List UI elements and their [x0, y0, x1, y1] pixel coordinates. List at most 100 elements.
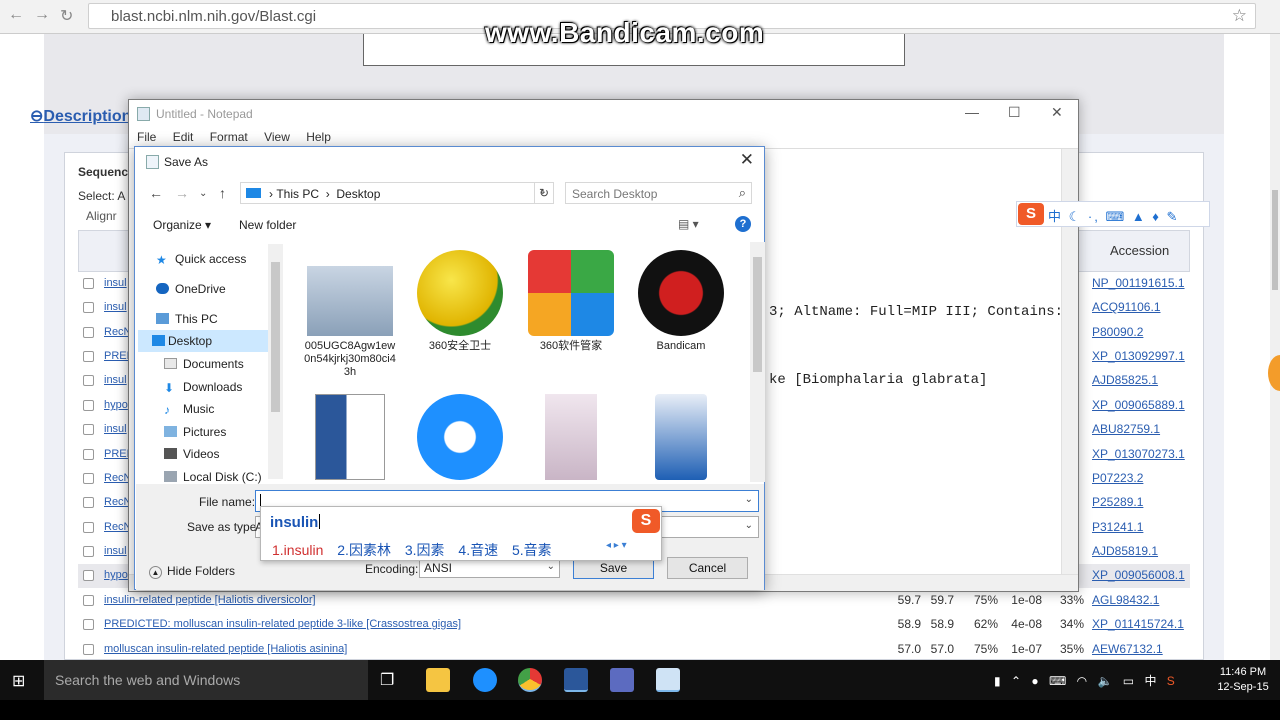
row-description-link[interactable]: insul: [104, 423, 127, 435]
menu-file[interactable]: File: [137, 130, 156, 144]
file-item-360-security[interactable]: 360安全卫士: [410, 250, 510, 353]
refresh-icon[interactable]: ↻: [534, 182, 554, 204]
row-accession-link[interactable]: P25289.1: [1092, 495, 1143, 509]
nav-videos[interactable]: Videos: [164, 447, 219, 461]
row-description-link[interactable]: hypo: [104, 569, 128, 581]
back-icon[interactable]: ←: [149, 185, 163, 201]
recent-locations-icon[interactable]: ⌄: [199, 188, 207, 199]
help-icon[interactable]: ?: [735, 216, 751, 232]
file-item-image[interactable]: 005UGC8Agw1ew0n54kjrkj30m80ci43h: [300, 250, 400, 379]
file-item-360-software[interactable]: 360软件管家: [521, 250, 621, 353]
ime-status-icons[interactable]: 中 ☾ ·, ⌨ ▲ ♦ ✎: [1048, 206, 1179, 225]
file-item-internet-explorer[interactable]: [410, 394, 510, 482]
description-heading[interactable]: ⊖Description: [30, 106, 131, 126]
row-description-link[interactable]: insul: [104, 545, 127, 557]
nav-downloads[interactable]: ⬇ Downloads: [164, 380, 242, 395]
row-accession-link[interactable]: P07223.2: [1092, 471, 1143, 485]
breadcrumb-this-pc[interactable]: This PC: [276, 187, 319, 201]
ime-page-arrows-icon[interactable]: ◂ ▸ ▾: [606, 540, 627, 551]
view-options-icon[interactable]: ▤ ▾: [678, 217, 699, 231]
close-icon[interactable]: ✕: [1051, 104, 1063, 121]
file-item-app[interactable]: [631, 394, 731, 482]
nav-scrollbar-thumb[interactable]: [271, 262, 280, 412]
nav-pictures[interactable]: Pictures: [164, 425, 226, 439]
nav-desktop[interactable]: Desktop: [138, 330, 269, 352]
dialog-close-icon[interactable]: ✕: [740, 150, 754, 170]
row-checkbox[interactable]: [83, 424, 94, 435]
windows-start-icon[interactable]: ⊞: [12, 671, 25, 691]
menu-view[interactable]: View: [264, 130, 290, 144]
row-accession-link[interactable]: XP_009056008.1: [1092, 568, 1185, 582]
battery-icon[interactable]: ▮: [994, 674, 1001, 688]
file-name-dropdown-icon[interactable]: ⌄: [745, 494, 753, 505]
row-checkbox[interactable]: [83, 400, 94, 411]
ime-candidate[interactable]: 3.因素: [405, 542, 445, 558]
row-accession-link[interactable]: XP_013070273.1: [1092, 447, 1185, 461]
ime-candidate[interactable]: 4.音速: [458, 542, 498, 558]
row-checkbox[interactable]: [83, 473, 94, 484]
nav-music[interactable]: ♪ Music: [164, 402, 214, 417]
row-checkbox[interactable]: [83, 619, 94, 630]
minimize-icon[interactable]: —: [965, 104, 979, 120]
path-bar[interactable]: › This PC › Desktop ⌄: [240, 182, 554, 204]
app-icon[interactable]: [610, 668, 634, 692]
up-folder-icon[interactable]: ↑: [219, 185, 226, 201]
ime-candidate[interactable]: 5.音素: [512, 542, 552, 558]
row-accession-link[interactable]: P31241.1: [1092, 520, 1143, 534]
file-item-word-document[interactable]: [300, 394, 400, 482]
maximize-icon[interactable]: ☐: [1008, 104, 1021, 121]
menu-edit[interactable]: Edit: [173, 130, 194, 144]
row-accession-link[interactable]: NP_001191615.1: [1092, 276, 1185, 290]
row-checkbox[interactable]: [83, 546, 94, 557]
row-description-link[interactable]: insul: [104, 301, 127, 313]
nav-quick-access[interactable]: ★ Quick access: [156, 252, 246, 267]
chevron-up-icon[interactable]: ⌃: [1011, 674, 1021, 688]
hide-folders-button[interactable]: ▲ Hide Folders: [149, 564, 235, 579]
row-checkbox[interactable]: [83, 351, 94, 362]
taskbar-search-box[interactable]: Search the web and Windows: [44, 660, 368, 700]
input-icon[interactable]: ⌨: [1049, 674, 1066, 688]
ime-candidate[interactable]: 1.insulin: [272, 542, 323, 558]
page-scrollbar[interactable]: [1270, 34, 1280, 660]
bookmark-star-icon[interactable]: ☆: [1232, 6, 1247, 26]
forward-icon[interactable]: →: [175, 185, 189, 201]
back-icon[interactable]: ←: [8, 6, 24, 24]
chrome-icon[interactable]: [518, 668, 542, 692]
encoding-select[interactable]: ANSI ⌄: [419, 558, 560, 578]
wifi-icon[interactable]: ◠: [1077, 674, 1087, 688]
row-checkbox[interactable]: [83, 570, 94, 581]
reload-icon[interactable]: ↻: [60, 6, 73, 26]
sogou-logo-icon[interactable]: S: [1018, 203, 1044, 225]
breadcrumb-desktop[interactable]: Desktop: [336, 187, 380, 201]
row-description-link[interactable]: PREDICTED: molluscan insulin-related pep…: [104, 618, 461, 630]
row-accession-link[interactable]: P80090.2: [1092, 325, 1143, 339]
nav-this-pc[interactable]: This PC: [156, 312, 218, 326]
file-item-picture[interactable]: [521, 394, 621, 482]
row-checkbox[interactable]: [83, 595, 94, 606]
row-accession-link[interactable]: XP_013092997.1: [1092, 349, 1185, 363]
search-input[interactable]: Search Desktop ⌕: [565, 182, 752, 204]
volume-icon[interactable]: 🔈: [1097, 674, 1112, 688]
row-accession-link[interactable]: ACQ91106.1: [1092, 300, 1161, 314]
sogou-logo-icon[interactable]: S: [632, 509, 660, 533]
row-checkbox[interactable]: [83, 449, 94, 460]
sogou-tray-icon[interactable]: S: [1167, 674, 1175, 688]
row-description-link[interactable]: hypo: [104, 399, 128, 411]
row-accession-link[interactable]: ABU82759.1: [1092, 422, 1160, 436]
row-checkbox[interactable]: [83, 302, 94, 313]
forward-icon[interactable]: →: [34, 6, 50, 24]
row-accession-link[interactable]: AJD85825.1: [1092, 373, 1158, 387]
language-indicator[interactable]: 中: [1144, 674, 1156, 688]
row-description-link[interactable]: insulin-related peptide [Haliotis divers…: [104, 594, 316, 606]
save-as-type-dropdown-icon[interactable]: ⌄: [745, 520, 753, 531]
360-tray-icon[interactable]: ●: [1031, 674, 1038, 688]
notification-icon[interactable]: ▭: [1123, 674, 1134, 688]
row-accession-link[interactable]: AEW67132.1: [1092, 642, 1163, 656]
edge-browser-icon[interactable]: [473, 668, 497, 692]
row-checkbox[interactable]: [83, 375, 94, 386]
nav-local-disk[interactable]: Local Disk (C:): [164, 470, 262, 484]
cancel-button[interactable]: Cancel: [667, 557, 748, 579]
word-icon[interactable]: [564, 668, 588, 692]
new-folder-button[interactable]: New folder: [239, 218, 296, 232]
nav-documents[interactable]: Documents: [164, 357, 244, 371]
